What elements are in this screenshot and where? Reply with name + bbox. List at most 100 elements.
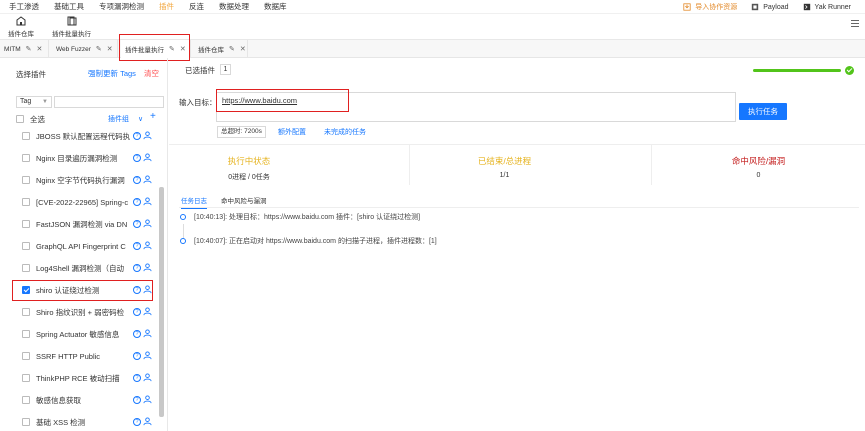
- user-icon[interactable]: [143, 131, 152, 140]
- plugin-name: SSRF HTTP Public: [36, 351, 101, 361]
- plugin-row[interactable]: 敏感信息获取?: [12, 392, 155, 408]
- plugin-row[interactable]: FastJSON 漏洞检测 via DN?: [12, 216, 155, 232]
- help-icon[interactable]: ?: [133, 198, 141, 206]
- help-icon[interactable]: ?: [133, 308, 141, 316]
- help-icon[interactable]: ?: [133, 264, 141, 272]
- batch-execute-tool[interactable]: 插件批量执行: [52, 16, 91, 38]
- close-icon[interactable]: ✕: [107, 45, 113, 53]
- tab-plugin-store[interactable]: 插件仓库 ✎ ✕: [194, 40, 248, 58]
- user-icon[interactable]: [143, 417, 152, 426]
- plugin-row[interactable]: [CVE-2022-22965] Spring-c?: [12, 194, 155, 210]
- menu-reverse[interactable]: 反连: [189, 1, 204, 12]
- plugin-checkbox[interactable]: [22, 396, 30, 404]
- user-icon[interactable]: [143, 307, 152, 316]
- tab-web-fuzzer[interactable]: Web Fuzzer ✎ ✕: [52, 40, 118, 58]
- plugin-checkbox[interactable]: [22, 352, 30, 360]
- user-icon[interactable]: [143, 241, 152, 250]
- plugin-row[interactable]: SSRF HTTP Public?: [12, 348, 155, 364]
- user-icon[interactable]: [143, 329, 152, 338]
- selected-plugins-label: 已选插件: [185, 66, 215, 75]
- menu-data-processing[interactable]: 数据处理: [219, 1, 249, 12]
- plugin-name: GraphQL API Fingerprint C: [36, 241, 126, 251]
- edit-icon[interactable]: ✎: [229, 45, 235, 53]
- import-resource-button[interactable]: 导入协作资源: [683, 2, 737, 12]
- plugin-checkbox[interactable]: [22, 132, 30, 140]
- plugin-checkbox[interactable]: [22, 264, 30, 272]
- execute-task-button[interactable]: 执行任务: [739, 103, 787, 120]
- help-icon[interactable]: ?: [133, 220, 141, 228]
- select-all-checkbox[interactable]: [16, 115, 24, 123]
- help-icon[interactable]: ?: [133, 176, 141, 184]
- tag-select[interactable]: Tag ▼: [16, 96, 52, 108]
- help-icon[interactable]: ?: [133, 352, 141, 360]
- user-icon[interactable]: [143, 263, 152, 272]
- plugin-row[interactable]: Nginx 目录遍历漏洞检测?: [12, 150, 155, 166]
- user-icon[interactable]: [143, 197, 152, 206]
- chevron-down-icon[interactable]: ∨: [138, 115, 143, 123]
- user-icon[interactable]: [143, 175, 152, 184]
- menu-manual-pentest[interactable]: 手工渗透: [9, 1, 39, 12]
- payload-button[interactable]: Payload: [751, 3, 789, 11]
- menu-basic-tools[interactable]: 基础工具: [54, 1, 84, 12]
- more-menu-icon[interactable]: [851, 18, 859, 29]
- plugin-checkbox[interactable]: [22, 198, 30, 206]
- tab-risk-vulns[interactable]: 命中风险与漏洞: [221, 195, 267, 205]
- help-icon[interactable]: ?: [133, 418, 141, 426]
- tag-search-input[interactable]: [54, 96, 164, 108]
- plugin-checkbox[interactable]: [22, 242, 30, 250]
- plugin-name: Spring Actuator 敏感信息: [36, 329, 120, 339]
- plugin-name: 基础 XSS 检测: [36, 417, 86, 427]
- user-icon[interactable]: [143, 373, 152, 382]
- plugin-row[interactable]: ThinkPHP RCE 被动扫描?: [12, 370, 155, 386]
- plugin-name: Nginx 目录遍历漏洞检测: [36, 153, 118, 163]
- plugin-checkbox[interactable]: [22, 330, 30, 338]
- plugin-checkbox[interactable]: [22, 374, 30, 382]
- yak-runner-button[interactable]: Yak Runner: [803, 3, 851, 11]
- help-icon[interactable]: ?: [133, 374, 141, 382]
- extra-config-link[interactable]: 额外配置: [278, 127, 306, 137]
- help-icon[interactable]: ?: [133, 154, 141, 162]
- menu-vuln-detection[interactable]: 专项漏洞检测: [99, 1, 144, 12]
- edit-icon[interactable]: ✎: [96, 45, 102, 53]
- help-icon[interactable]: ?: [133, 132, 141, 140]
- plugin-store-tool[interactable]: 插件仓库: [8, 16, 34, 38]
- unfinished-tasks-link[interactable]: 未完成的任务: [324, 127, 366, 137]
- plugin-checkbox[interactable]: [22, 154, 30, 162]
- menu-plugins[interactable]: 插件: [159, 1, 174, 12]
- menu-database[interactable]: 数据库: [264, 1, 287, 12]
- add-icon[interactable]: +: [150, 111, 156, 122]
- user-icon[interactable]: [143, 153, 152, 162]
- stat-value: 1/1: [499, 172, 510, 179]
- user-icon[interactable]: [143, 395, 152, 404]
- plugin-row[interactable]: Nginx 空字节代码执行漏洞?: [12, 172, 155, 188]
- close-icon[interactable]: ✕: [240, 45, 246, 53]
- timeline-dot: [180, 238, 186, 244]
- help-icon[interactable]: ?: [133, 242, 141, 250]
- plugin-group-link[interactable]: 插件组: [108, 114, 129, 124]
- plugin-row[interactable]: Spring Actuator 敏感信息?: [12, 326, 155, 342]
- plugin-checkbox[interactable]: [22, 220, 30, 228]
- result-tabs: 任务日志 命中风险与漏洞: [179, 194, 859, 209]
- plugin-checkbox[interactable]: [22, 308, 30, 316]
- user-icon[interactable]: [143, 351, 152, 360]
- tab-mitm[interactable]: MITM ✎ ✕: [0, 40, 49, 58]
- clear-link[interactable]: 清空: [144, 68, 159, 79]
- plugin-checkbox[interactable]: [22, 176, 30, 184]
- timeout-tag: 总超时: 7200s: [217, 126, 266, 138]
- close-icon[interactable]: ✕: [36, 45, 42, 53]
- user-icon[interactable]: [143, 219, 152, 228]
- force-update-tags-link[interactable]: 强制更新 Tags: [88, 68, 136, 79]
- plugin-row[interactable]: 基础 XSS 检测?: [12, 414, 155, 430]
- tab-task-log[interactable]: 任务日志: [181, 195, 207, 209]
- plugin-row[interactable]: JBOSS 默认配置远程代码执?: [12, 128, 155, 144]
- plugin-checkbox[interactable]: [22, 418, 30, 426]
- stats-panel: 执行中状态 0进程 / 0任务 已结束/总进程 1/1 命中风险/漏洞 0: [169, 144, 865, 185]
- plugin-row[interactable]: Log4Shell 漏洞检测（自动?: [12, 260, 155, 276]
- help-icon[interactable]: ?: [133, 396, 141, 404]
- tag-select-value: Tag: [20, 98, 32, 105]
- edit-icon[interactable]: ✎: [26, 45, 32, 53]
- plugin-row[interactable]: GraphQL API Fingerprint C?: [12, 238, 155, 254]
- plugin-row[interactable]: Shiro 指纹识别 + 弱密码检?: [12, 304, 155, 320]
- plugin-name: ThinkPHP RCE 被动扫描: [36, 373, 120, 383]
- help-icon[interactable]: ?: [133, 330, 141, 338]
